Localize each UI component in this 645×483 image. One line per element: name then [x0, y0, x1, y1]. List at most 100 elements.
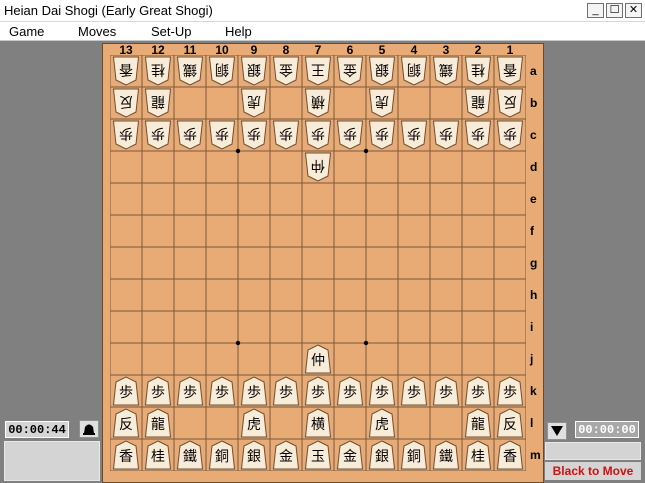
piece-label: 桂: [471, 61, 485, 77]
board-piece[interactable]: 金: [336, 440, 364, 470]
board-piece[interactable]: 歩: [176, 376, 204, 406]
board-piece[interactable]: 歩: [112, 120, 140, 150]
board-piece[interactable]: 歩: [368, 120, 396, 150]
board-piece[interactable]: 歩: [144, 120, 172, 150]
board-piece[interactable]: 歩: [112, 376, 140, 406]
board-piece[interactable]: 玉: [304, 440, 332, 470]
piece-label: 横: [311, 417, 325, 433]
board-piece[interactable]: 龍: [464, 88, 492, 118]
board-piece[interactable]: 虎: [368, 88, 396, 118]
piece-label: 歩: [471, 125, 485, 141]
board-piece[interactable]: 歩: [368, 376, 396, 406]
board-piece[interactable]: 銅: [208, 440, 236, 470]
board-piece[interactable]: 銀: [240, 56, 268, 86]
board-piece[interactable]: 仲: [304, 152, 332, 182]
board-piece[interactable]: 龍: [144, 88, 172, 118]
piece-label: 歩: [215, 125, 229, 141]
board-piece[interactable]: 香: [112, 56, 140, 86]
board-piece[interactable]: 歩: [176, 120, 204, 150]
menu-moves[interactable]: Moves: [78, 24, 116, 39]
board-piece[interactable]: 虎: [240, 88, 268, 118]
board-piece[interactable]: 横: [304, 88, 332, 118]
board-piece[interactable]: 歩: [336, 376, 364, 406]
board-piece[interactable]: 歩: [496, 376, 524, 406]
piece-label: 桂: [471, 449, 485, 465]
maximize-button[interactable]: ☐: [606, 3, 623, 18]
piece-label: 龍: [471, 416, 485, 433]
board-piece[interactable]: 歩: [272, 376, 300, 406]
board-piece[interactable]: 銅: [208, 56, 236, 86]
minimize-button[interactable]: _: [587, 3, 604, 18]
board-piece[interactable]: 歩: [144, 376, 172, 406]
piece-label: 虎: [375, 417, 389, 433]
piece-label: 歩: [119, 125, 133, 141]
piece-label: 香: [119, 449, 133, 465]
board-piece[interactable]: 銀: [368, 56, 396, 86]
board-piece[interactable]: 虎: [240, 408, 268, 438]
board-piece[interactable]: 歩: [240, 376, 268, 406]
board-piece[interactable]: 香: [496, 56, 524, 86]
board-piece[interactable]: 鐵: [176, 440, 204, 470]
board-piece[interactable]: 金: [272, 440, 300, 470]
board-piece[interactable]: 銅: [400, 440, 428, 470]
board-piece[interactable]: 桂: [144, 56, 172, 86]
board-piece[interactable]: 反: [112, 88, 140, 118]
board-piece[interactable]: 歩: [432, 376, 460, 406]
piece-label: 龍: [151, 416, 165, 433]
board-piece[interactable]: 仲: [304, 344, 332, 374]
board-piece[interactable]: 歩: [400, 120, 428, 150]
board-piece[interactable]: 銀: [240, 440, 268, 470]
menu-help[interactable]: Help: [225, 24, 252, 39]
board-piece[interactable]: 歩: [240, 120, 268, 150]
piece-label: 歩: [247, 125, 261, 141]
menu-game[interactable]: Game: [9, 24, 44, 39]
board-piece[interactable]: 鐵: [176, 56, 204, 86]
piece-label: 銅: [215, 449, 229, 465]
board-piece[interactable]: 歩: [496, 120, 524, 150]
bell-button[interactable]: [79, 420, 99, 438]
board-piece[interactable]: 歩: [208, 376, 236, 406]
menu-set-up[interactable]: Set-Up: [151, 24, 191, 39]
board-piece[interactable]: 香: [496, 440, 524, 470]
board-piece[interactable]: 鐵: [432, 56, 460, 86]
bell-icon: [83, 424, 95, 435]
board-piece[interactable]: 歩: [464, 376, 492, 406]
board-piece[interactable]: 歩: [400, 376, 428, 406]
board-piece[interactable]: 歩: [272, 120, 300, 150]
board-piece[interactable]: 横: [304, 408, 332, 438]
piece-label: 歩: [471, 385, 485, 401]
board-piece[interactable]: 桂: [464, 440, 492, 470]
piece-label: 金: [343, 61, 357, 77]
board-piece[interactable]: 反: [496, 408, 524, 438]
flip-button[interactable]: [547, 422, 567, 440]
piece-label: 虎: [247, 417, 261, 433]
board-piece[interactable]: 桂: [144, 440, 172, 470]
board-piece[interactable]: 虎: [368, 408, 396, 438]
board-piece[interactable]: 桂: [464, 56, 492, 86]
board-piece[interactable]: 反: [496, 88, 524, 118]
board-piece[interactable]: 龍: [464, 408, 492, 438]
piece-label: 歩: [183, 125, 197, 141]
board-piece[interactable]: 銅: [400, 56, 428, 86]
board-piece[interactable]: 王: [304, 56, 332, 86]
board-piece[interactable]: 歩: [304, 376, 332, 406]
board-piece[interactable]: 歩: [464, 120, 492, 150]
piece-label: 銀: [247, 61, 261, 77]
board-piece[interactable]: 金: [336, 56, 364, 86]
rank-label: e: [530, 192, 537, 206]
board-piece[interactable]: 歩: [208, 120, 236, 150]
board-piece[interactable]: 金: [272, 56, 300, 86]
close-button[interactable]: ✕: [625, 3, 642, 18]
rank-label: d: [530, 160, 538, 174]
board-piece[interactable]: 龍: [144, 408, 172, 438]
board-piece[interactable]: 歩: [304, 120, 332, 150]
shogi-board[interactable]: 香桂鐵銅銀金王金銀銅鐵桂香反龍虎横虎龍反歩歩歩歩歩歩歩歩歩歩歩歩歩仲仲歩歩歩歩歩…: [110, 55, 526, 471]
board-piece[interactable]: 香: [112, 440, 140, 470]
board-piece[interactable]: 歩: [336, 120, 364, 150]
board-piece[interactable]: 歩: [432, 120, 460, 150]
board-piece[interactable]: 反: [112, 408, 140, 438]
board-piece[interactable]: 鐵: [432, 440, 460, 470]
piece-label: 仲: [311, 353, 325, 369]
board-piece[interactable]: 銀: [368, 440, 396, 470]
piece-label: 歩: [279, 125, 293, 141]
